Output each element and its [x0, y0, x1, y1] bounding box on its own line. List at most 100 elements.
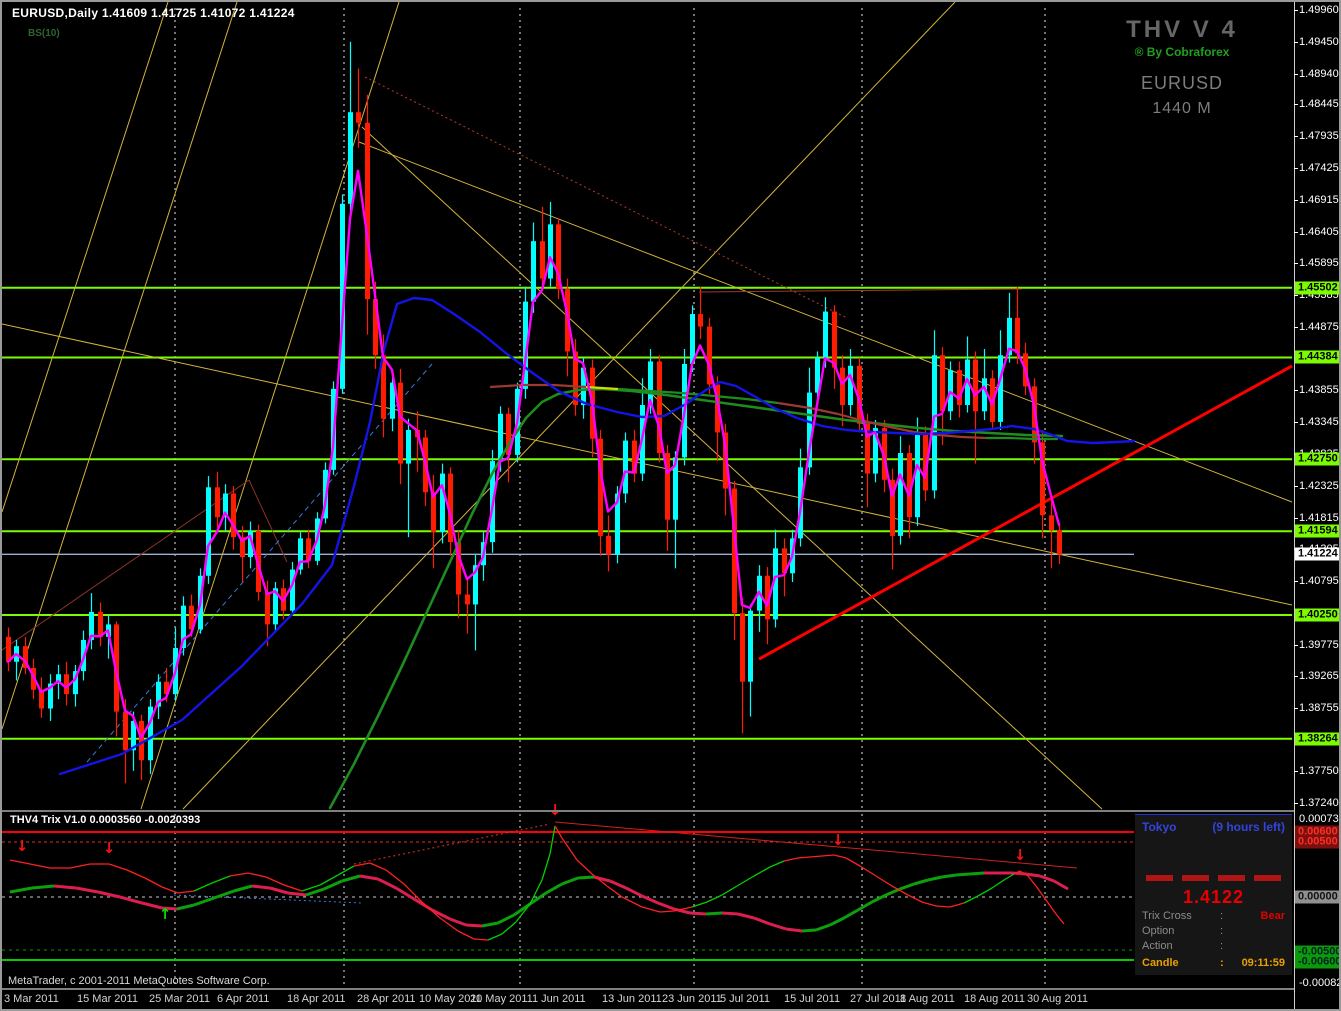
axis-tick: [1294, 708, 1298, 709]
candle-body: [531, 241, 536, 301]
trix-main-line: [786, 929, 802, 931]
date-tick-label: 20 May 2011: [470, 993, 533, 1005]
axis-tick: [1294, 295, 1298, 296]
candle-body: [940, 355, 945, 411]
trix-signal-line: [550, 826, 555, 854]
trix-signal-line: [754, 867, 770, 876]
axis-tick: [1294, 676, 1298, 677]
trendline: [2, 2, 168, 512]
trix-main-line: [432, 910, 450, 919]
axis-tick: [1294, 327, 1298, 328]
trix-signal-line: [707, 895, 722, 902]
trix-signal-line: [950, 903, 964, 907]
trix-signal-line: [722, 886, 737, 895]
trix-signal-line: [810, 856, 822, 857]
date-tick-label: 18 Aug 2011: [964, 993, 1025, 1005]
colon: :: [1220, 940, 1234, 952]
sell-signal-arrow-icon: ↓: [103, 839, 116, 857]
candle-body: [548, 224, 553, 278]
price-tick-label: 1.48445: [1299, 98, 1339, 110]
trix-signal-line: [386, 870, 404, 884]
thv-logo-byline: ® By Cobraforex: [1077, 45, 1287, 59]
sell-signal-arrow-icon: ↓: [832, 831, 845, 849]
candle-body: [98, 612, 103, 637]
trix-signal-line: [1028, 876, 1036, 886]
trix-main-line: [872, 895, 886, 902]
axis-tick: [1294, 263, 1298, 264]
trix-main-line: [450, 919, 466, 925]
candle-body: [998, 355, 1003, 422]
trix-main-line: [942, 875, 956, 877]
session-countdown: (9 hours left): [1212, 820, 1285, 834]
trix-signal-line: [622, 897, 642, 907]
candle-body: [1057, 530, 1062, 554]
candle-body: [356, 112, 361, 123]
trix-signal-line: [660, 911, 674, 912]
trix-signal-line: [834, 855, 846, 858]
trix-scale-label: 0.0007356: [1299, 813, 1341, 825]
buy-signal-arrow-icon: ↑: [159, 905, 172, 923]
axis-tick: [1294, 10, 1298, 11]
price-tick-label: 1.47935: [1299, 130, 1339, 142]
trix-main-line: [956, 874, 970, 875]
candle-timer-row: Candle : 09:11:59: [1135, 957, 1292, 969]
price-tick-label: 1.46915: [1299, 194, 1339, 206]
date-tick-label: 18 Apr 2011: [287, 993, 346, 1005]
date-tick-label: 23 Jun 2011: [662, 993, 722, 1005]
trix-signal-line: [607, 886, 622, 897]
trix-main-line: [466, 925, 482, 926]
candle-body: [265, 592, 270, 624]
axis-tick: [1294, 74, 1298, 75]
candle-body: [823, 312, 828, 358]
trix-main-line: [288, 893, 306, 895]
coral-trend-line: [938, 435, 962, 437]
trix-main-line: [360, 876, 378, 879]
trix-cross-value: Bear: [1234, 910, 1285, 922]
trix-signal-line: [178, 891, 194, 893]
candle-body: [840, 368, 845, 405]
price-tick-label: 1.39775: [1299, 639, 1339, 651]
trix-main-line: [120, 897, 142, 903]
sr-level-price-badge: 1.40250: [1295, 609, 1341, 622]
trix-signal-line: [876, 876, 892, 886]
candle-body: [698, 314, 703, 326]
price-tick-label: 1.49450: [1299, 36, 1339, 48]
candle-body: [440, 474, 445, 533]
trix-signal-line: [266, 877, 284, 885]
trix-main-line: [378, 879, 396, 888]
trix-signal-line: [127, 870, 145, 878]
candle-body: [898, 453, 903, 536]
trend-dash-indicator: [1146, 875, 1173, 881]
candle-label: Candle: [1142, 957, 1220, 969]
bs-indicator-label: BS(10): [28, 28, 60, 39]
trix-main-line: [816, 925, 830, 930]
trix-divergence-line: [555, 822, 1077, 868]
option-label: Option: [1142, 925, 1220, 937]
candle-body: [1015, 318, 1020, 354]
candle-body: [348, 112, 353, 204]
chart-ohlc-title: EURUSD,Daily 1.41609 1.41725 1.41072 1.4…: [12, 6, 295, 20]
thv-info-panel: Tokyo (9 hours left) 1.4122 Trix Cross :…: [1135, 814, 1292, 975]
trix-signal-line: [822, 855, 834, 856]
candle-body: [848, 366, 853, 405]
price-tick-label: 1.48940: [1299, 68, 1339, 80]
trix-main-line: [928, 877, 942, 880]
date-tick-label: 28 Apr 2011: [357, 993, 416, 1005]
date-tick-label: 13 Jun 2011: [602, 993, 662, 1005]
candle-body: [215, 487, 220, 517]
date-tick-label: 25 Mar 2011: [149, 993, 210, 1005]
colon: :: [1220, 910, 1234, 922]
trix-subwindow-title: THV4 Trix V1.0 0.0003560 -0.0020393: [10, 814, 200, 826]
trix-main-line: [98, 892, 120, 897]
trix-signal-line: [562, 838, 577, 860]
trendline: [2, 480, 249, 650]
trix-main-line: [396, 888, 414, 899]
sr-level-price-badge: 1.45502: [1295, 281, 1341, 294]
trix-main-line: [844, 910, 858, 918]
trend-dash-indicator: [1182, 875, 1209, 881]
trix-main-line: [970, 873, 984, 874]
candle-body: [406, 430, 411, 464]
panel-divider-top[interactable]: [2, 810, 1294, 812]
axis-tick: [1294, 581, 1298, 582]
candle-body: [623, 441, 628, 494]
